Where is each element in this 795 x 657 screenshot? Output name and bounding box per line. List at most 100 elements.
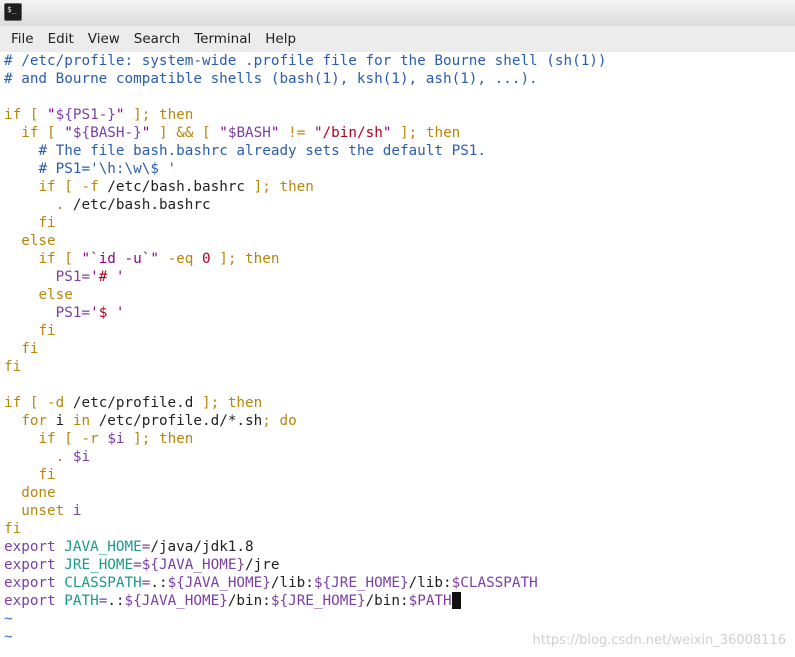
code-line: fi (0, 340, 795, 358)
code-token: export (4, 575, 56, 591)
menu-edit[interactable]: Edit (41, 29, 81, 49)
code-token: export (4, 593, 56, 609)
menu-file[interactable]: File (4, 29, 41, 49)
code-token: do (279, 413, 297, 429)
menu-search[interactable]: Search (127, 29, 187, 49)
code-token: if (38, 179, 56, 195)
code-token: .: (150, 575, 168, 591)
code-token: fi (4, 521, 22, 537)
code-token: export (4, 539, 56, 555)
code-token: # PS1='\h:\w\$ ' (38, 161, 177, 177)
code-token: export (4, 557, 56, 573)
code-token: ${JAVA_HOME} (167, 575, 271, 591)
code-line: # and Bourne compatible shells (bash(1),… (0, 70, 795, 88)
terminal-icon[interactable]: $_ (4, 3, 22, 21)
code-line: PS1='# ' (0, 268, 795, 286)
code-token: ] (158, 125, 168, 141)
code-token: " (270, 125, 280, 141)
code-token: PATH (64, 593, 99, 609)
text-cursor (451, 592, 461, 609)
menubar: File Edit View Search Terminal Help (0, 26, 795, 52)
code-token: [ (202, 125, 211, 141)
terminal-editor-area[interactable]: # /etc/profile: system-wide .profile fil… (0, 52, 795, 657)
code-token: [ (47, 125, 56, 141)
code-token: . (55, 449, 65, 465)
code-line: fi (0, 322, 795, 340)
code-token: CLASSPATH (64, 575, 142, 591)
code-token: then (425, 125, 461, 141)
code-token: ' (107, 269, 125, 285)
code-token: " (115, 107, 125, 123)
code-token: /bin: (365, 593, 409, 609)
code-token: # /etc/profile: system-wide .profile fil… (4, 53, 607, 69)
code-line: if [ -d /etc/profile.d ]; then (0, 394, 795, 412)
code-token: ; (262, 413, 271, 429)
code-line: export JAVA_HOME=/java/jdk1.8 (0, 538, 795, 556)
code-token: $i (107, 431, 125, 447)
code-token: /etc/bash.bashrc (64, 197, 211, 213)
code-token: then (279, 179, 314, 195)
code-token: $BASH (227, 125, 271, 141)
code-token: done (21, 485, 56, 501)
code-token: ${JRE_HOME} (270, 593, 366, 609)
code-token: ' (107, 305, 125, 321)
code-token: else (21, 233, 56, 249)
code-line: if [ "`id -u`" -eq 0 ]; then (0, 250, 795, 268)
code-token: " (64, 125, 73, 141)
code-token: " (313, 125, 323, 141)
code-token: ]; (253, 179, 271, 195)
code-token: fi (21, 341, 39, 357)
code-token: ]; (133, 431, 151, 447)
menu-terminal[interactable]: Terminal (187, 29, 258, 49)
code-token: ${PS1-} (55, 107, 116, 123)
code-token: [ (64, 431, 73, 447)
code-token: then (227, 395, 263, 411)
menu-view[interactable]: View (81, 29, 127, 49)
code-token: /jre (245, 557, 280, 573)
code-token: if (21, 125, 39, 141)
code-token: if (4, 107, 22, 123)
code-token: ]; (400, 125, 418, 141)
code-token: /lib: (408, 575, 452, 591)
menu-help[interactable]: Help (258, 29, 303, 49)
code-line: fi (0, 358, 795, 376)
code-line: # /etc/profile: system-wide .profile fil… (0, 52, 795, 70)
code-token: != (288, 125, 306, 141)
code-token: if (38, 431, 56, 447)
code-line: fi (0, 466, 795, 484)
code-line: unset i (0, 502, 795, 520)
code-token: fi (38, 215, 56, 231)
code-token: ~ (4, 629, 13, 645)
code-token: $PATH (408, 593, 452, 609)
code-token: in (72, 413, 91, 429)
code-token: # The file bash.bashrc already sets the … (38, 143, 487, 159)
